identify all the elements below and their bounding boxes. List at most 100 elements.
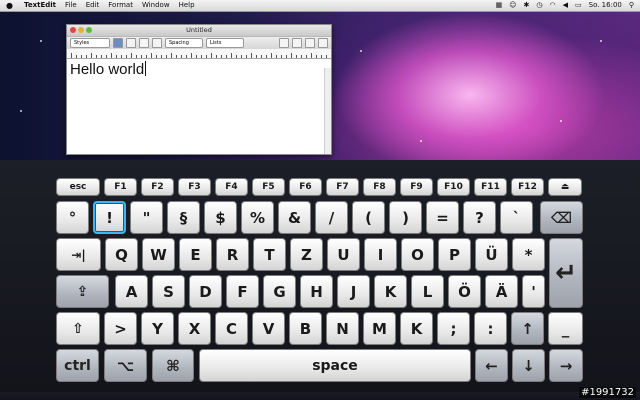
key-command[interactable]: ⌘ xyxy=(152,349,194,382)
key-q[interactable]: Q xyxy=(105,238,138,271)
key-c[interactable]: C xyxy=(215,312,248,345)
menu-app-name[interactable]: TextEdit xyxy=(24,0,56,11)
key-quote[interactable]: " xyxy=(130,201,163,234)
key-s[interactable]: S xyxy=(152,275,185,308)
key-asterisk[interactable]: * xyxy=(512,238,545,271)
bluetooth-icon[interactable]: ✱ xyxy=(524,0,530,11)
vertical-scrollbar[interactable] xyxy=(324,68,331,154)
key-ctrl[interactable]: ctrl xyxy=(56,349,99,382)
menu-file[interactable]: File xyxy=(65,0,77,11)
user-icon[interactable]: ☺ xyxy=(509,0,516,11)
align-right-button[interactable] xyxy=(152,38,162,48)
key-f4[interactable]: F4 xyxy=(215,178,248,196)
zoom-icon[interactable] xyxy=(86,27,92,33)
key-f11[interactable]: F11 xyxy=(474,178,507,196)
spotlight-icon[interactable]: ⚲ xyxy=(629,0,634,11)
key-arrow-left[interactable]: ← xyxy=(475,349,508,382)
key-p[interactable]: P xyxy=(438,238,471,271)
key-backtick[interactable]: ` xyxy=(500,201,533,234)
key-u[interactable]: U xyxy=(327,238,360,271)
key-o-umlaut[interactable]: Ö xyxy=(448,275,481,308)
key-semicolon[interactable]: ; xyxy=(437,312,470,345)
key-space[interactable]: space xyxy=(199,349,471,382)
align-justify-button[interactable] xyxy=(139,38,149,48)
key-u-umlaut[interactable]: Ü xyxy=(475,238,508,271)
tab-stop-left-button[interactable] xyxy=(279,38,289,48)
key-l[interactable]: L xyxy=(411,275,444,308)
key-eject[interactable]: ⏏ xyxy=(548,178,582,196)
key-f8[interactable]: F8 xyxy=(363,178,396,196)
key-f12[interactable]: F12 xyxy=(511,178,544,196)
key-paren-open[interactable]: ( xyxy=(352,201,385,234)
close-icon[interactable] xyxy=(70,27,76,33)
key-i[interactable]: I xyxy=(364,238,397,271)
key-f5[interactable]: F5 xyxy=(252,178,285,196)
key-f6[interactable]: F6 xyxy=(289,178,322,196)
key-slash[interactable]: / xyxy=(315,201,348,234)
key-f[interactable]: F xyxy=(226,275,259,308)
apple-menu-icon[interactable]: ● xyxy=(6,0,16,11)
key-backspace[interactable]: ⌫ xyxy=(540,201,583,234)
clock[interactable]: So. 16:00 xyxy=(589,0,622,11)
tab-stop-decimal-button[interactable] xyxy=(318,38,328,48)
key-g[interactable]: G xyxy=(263,275,296,308)
key-arrow-down[interactable]: ↓ xyxy=(512,349,545,382)
key-esc[interactable]: esc xyxy=(56,178,100,196)
wifi-icon[interactable]: ◠ xyxy=(550,0,556,11)
key-r[interactable]: R xyxy=(216,238,249,271)
ruler[interactable] xyxy=(67,49,331,59)
key-greater[interactable]: > xyxy=(104,312,137,345)
key-e[interactable]: E xyxy=(179,238,212,271)
key-underscore[interactable]: _ xyxy=(548,312,583,345)
key-o[interactable]: O xyxy=(401,238,434,271)
key-percent[interactable]: % xyxy=(241,201,274,234)
key-a[interactable]: A xyxy=(115,275,148,308)
key-tab[interactable]: ⇥| xyxy=(56,238,101,271)
key-degree[interactable]: ° xyxy=(56,201,89,234)
minimize-icon[interactable] xyxy=(78,27,84,33)
key-shift-left[interactable]: ⇧ xyxy=(56,312,100,345)
key-section[interactable]: § xyxy=(167,201,200,234)
volume-icon[interactable]: ◀ xyxy=(563,0,568,11)
key-caps-lock[interactable]: ⇪ xyxy=(56,275,109,308)
key-apostrophe[interactable]: ' xyxy=(522,275,545,308)
key-f9[interactable]: F9 xyxy=(400,178,433,196)
key-x[interactable]: X xyxy=(178,312,211,345)
battery-icon[interactable]: ▭ xyxy=(575,0,582,11)
align-left-button[interactable] xyxy=(113,38,123,48)
time-machine-icon[interactable]: ◷ xyxy=(536,0,542,11)
key-exclamation[interactable]: ! xyxy=(93,201,126,234)
keyboard-viewer-icon[interactable]: ▦ xyxy=(496,0,503,11)
window-titlebar[interactable]: Untitled xyxy=(67,25,331,36)
styles-dropdown[interactable]: Styles xyxy=(70,38,110,48)
key-paren-close[interactable]: ) xyxy=(389,201,422,234)
key-colon[interactable]: : xyxy=(474,312,507,345)
key-m[interactable]: M xyxy=(363,312,396,345)
key-a-umlaut[interactable]: Ä xyxy=(485,275,518,308)
key-v[interactable]: V xyxy=(252,312,285,345)
key-equals[interactable]: = xyxy=(426,201,459,234)
key-k-lower[interactable]: K xyxy=(400,312,433,345)
key-arrow-right[interactable]: → xyxy=(549,349,583,382)
menu-format[interactable]: Format xyxy=(108,0,133,11)
key-h[interactable]: H xyxy=(300,275,333,308)
key-w[interactable]: W xyxy=(142,238,175,271)
key-j[interactable]: J xyxy=(337,275,370,308)
key-f7[interactable]: F7 xyxy=(326,178,359,196)
document-area[interactable]: Hello world xyxy=(67,59,331,80)
key-f10[interactable]: F10 xyxy=(437,178,470,196)
key-d[interactable]: D xyxy=(189,275,222,308)
key-f1[interactable]: F1 xyxy=(104,178,137,196)
menu-help[interactable]: Help xyxy=(179,0,195,11)
key-ampersand[interactable]: & xyxy=(278,201,311,234)
key-question[interactable]: ? xyxy=(463,201,496,234)
key-z[interactable]: Z xyxy=(290,238,323,271)
key-t[interactable]: T xyxy=(253,238,286,271)
key-f2[interactable]: F2 xyxy=(141,178,174,196)
lists-dropdown[interactable]: Lists xyxy=(206,38,244,48)
key-y[interactable]: Y xyxy=(141,312,174,345)
tab-stop-right-button[interactable] xyxy=(305,38,315,48)
key-f3[interactable]: F3 xyxy=(178,178,211,196)
key-option[interactable]: ⌥ xyxy=(104,349,147,382)
key-b[interactable]: B xyxy=(289,312,322,345)
